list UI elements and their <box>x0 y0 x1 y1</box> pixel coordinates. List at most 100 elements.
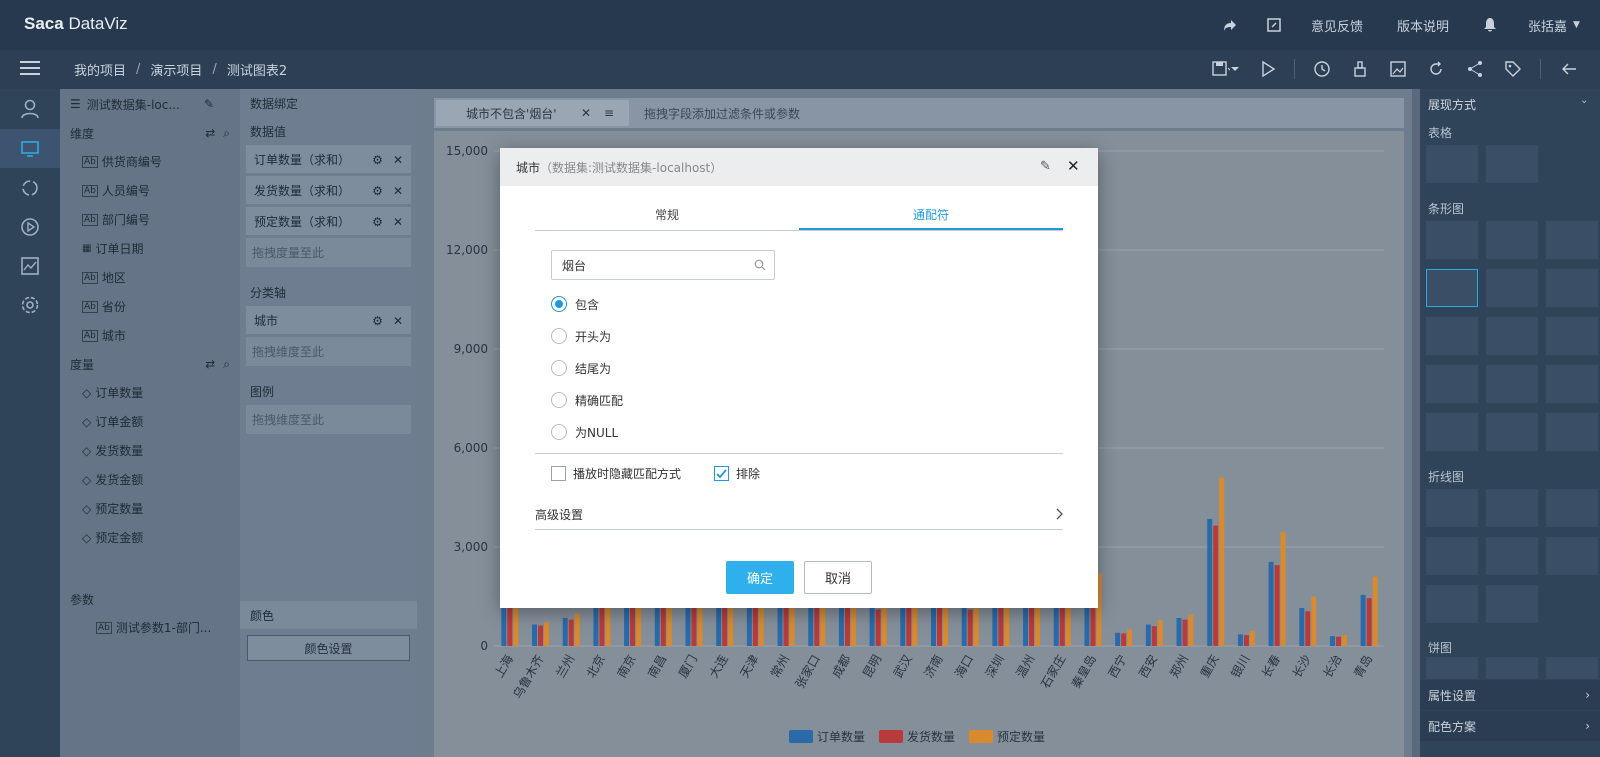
nav-chart-icon[interactable] <box>0 246 60 285</box>
radio-exact-match[interactable]: 精确匹配 <box>551 391 623 409</box>
line-thumb[interactable] <box>1426 489 1478 527</box>
image-icon[interactable] <box>1388 59 1408 79</box>
hbar-thumb[interactable] <box>1546 269 1598 307</box>
line-thumb[interactable] <box>1486 489 1538 527</box>
bar[interactable] <box>1237 634 1243 646</box>
measure-field[interactable]: ◇ 发货金额 <box>60 465 240 494</box>
close-icon[interactable]: ✕ <box>1067 157 1080 175</box>
measure-field[interactable]: ◇ 预定数量 <box>60 494 240 523</box>
search-icon[interactable]: ⌕ <box>223 126 230 141</box>
close-icon[interactable]: ✕ <box>393 314 403 328</box>
exclude-checkbox[interactable]: 排除 <box>714 464 760 482</box>
bar[interactable] <box>1366 598 1372 646</box>
bar[interactable] <box>1115 632 1121 646</box>
radio-null[interactable]: 为NULL <box>551 423 618 441</box>
dataset-name[interactable]: 测试数据集-loc... <box>87 96 180 113</box>
legend-swatch[interactable] <box>879 730 903 743</box>
list-menu-icon[interactable]: ≡ <box>604 106 614 120</box>
bar[interactable] <box>1274 565 1280 646</box>
radio-ends-with[interactable]: 结尾为 <box>551 359 611 377</box>
dimension-field[interactable]: ▦ 订单日期 <box>60 234 240 263</box>
legend-swatch[interactable] <box>789 730 813 743</box>
bar[interactable] <box>1268 561 1274 646</box>
gantt-thumb[interactable] <box>1426 365 1478 403</box>
bar-thumb[interactable] <box>1426 221 1478 259</box>
radio-button[interactable] <box>551 392 567 408</box>
bar[interactable] <box>1157 620 1163 646</box>
checkbox[interactable] <box>551 465 566 481</box>
pie-thumb[interactable] <box>1486 413 1538 451</box>
breadcrumb-my-projects[interactable]: 我的项目 <box>74 60 126 79</box>
bar[interactable] <box>1243 635 1249 646</box>
bar[interactable] <box>1305 611 1311 646</box>
swap-icon[interactable]: ⇄ <box>205 357 215 372</box>
property-settings[interactable]: 属性设置 › <box>1420 680 1600 710</box>
bar[interactable] <box>875 609 881 646</box>
step-line-thumb[interactable] <box>1426 585 1478 623</box>
radio-button[interactable] <box>551 328 567 344</box>
legend-label[interactable]: 订单数量 <box>817 729 865 744</box>
dimension-field[interactable]: Ab 供货商编号 <box>60 147 240 176</box>
gear-icon[interactable]: ⚙ <box>372 153 383 167</box>
bar[interactable] <box>1182 619 1188 646</box>
radio-contains[interactable]: 包含 <box>551 295 599 313</box>
bar[interactable] <box>1188 614 1194 646</box>
tag-icon[interactable] <box>1503 59 1523 79</box>
bar[interactable] <box>568 619 574 646</box>
dimension-field[interactable]: Ab 部门编号 <box>60 205 240 234</box>
bar[interactable] <box>532 624 538 646</box>
color-scheme[interactable]: 配色方案 › <box>1420 711 1600 741</box>
area-thumb[interactable] <box>1426 537 1478 575</box>
radial-thumb[interactable] <box>1426 413 1478 451</box>
bar[interactable] <box>1219 477 1225 646</box>
tab-general[interactable]: 常规 <box>535 201 799 230</box>
color-settings-button[interactable]: 颜色设置 <box>247 635 410 661</box>
bar[interactable] <box>906 606 912 646</box>
gear-icon[interactable]: ⚙ <box>372 314 383 328</box>
value-chip[interactable]: 预定数量（求和） ⚙ ✕ <box>246 207 411 235</box>
line-thumb[interactable] <box>1546 489 1598 527</box>
grouped-bar-thumb[interactable] <box>1426 269 1478 307</box>
save-icon[interactable] <box>1210 59 1233 79</box>
edit-dataset-icon[interactable]: ✎ <box>204 97 214 111</box>
radio-button[interactable] <box>551 360 567 376</box>
area-thumb[interactable] <box>1486 537 1538 575</box>
crosstab-thumb[interactable] <box>1486 145 1538 183</box>
bar[interactable] <box>1213 525 1219 646</box>
play-icon[interactable] <box>1258 59 1278 79</box>
chevron-down-icon[interactable]: ⌄ <box>1580 95 1588 106</box>
step-line-thumb[interactable] <box>1486 585 1538 623</box>
bar[interactable] <box>544 622 550 646</box>
bar[interactable] <box>1335 636 1341 646</box>
legend-drop-zone[interactable]: 拖拽维度至此 <box>246 405 411 434</box>
dimension-field[interactable]: Ab 城市 <box>60 321 240 350</box>
edit-box-icon[interactable] <box>1266 0 1282 50</box>
bar[interactable] <box>1329 636 1335 646</box>
radio-button[interactable] <box>551 424 567 440</box>
checkbox[interactable] <box>714 465 729 481</box>
bar[interactable] <box>1151 626 1157 646</box>
table-thumb[interactable] <box>1426 145 1478 183</box>
bar[interactable] <box>1176 617 1182 646</box>
3d-bar-thumb[interactable] <box>1486 365 1538 403</box>
history-icon[interactable] <box>1312 59 1332 79</box>
bar[interactable] <box>1299 608 1305 646</box>
tab-wildcard[interactable]: 通配符 <box>799 201 1063 230</box>
share-nodes-icon[interactable] <box>1465 59 1485 79</box>
refresh-icon[interactable] <box>1426 59 1446 79</box>
radio-button[interactable] <box>551 296 567 312</box>
measure-field[interactable]: ◇ 订单数量 <box>60 378 240 407</box>
feedback-link[interactable]: 意见反馈 <box>1311 0 1363 50</box>
close-icon[interactable]: ✕ <box>581 106 591 120</box>
legend-label[interactable]: 预定数量 <box>997 729 1045 744</box>
hbar-thumb[interactable] <box>1546 221 1598 259</box>
bar-thumb[interactable] <box>1546 317 1598 355</box>
back-arrow-icon[interactable] <box>1559 59 1579 79</box>
dimension-field[interactable]: Ab 地区 <box>60 263 240 292</box>
dimension-field[interactable]: Ab 省份 <box>60 292 240 321</box>
nav-user-icon[interactable] <box>0 89 60 128</box>
bar[interactable] <box>1372 576 1378 646</box>
dimension-field[interactable]: Ab 人员编号 <box>60 176 240 205</box>
clean-icon[interactable] <box>1350 59 1370 79</box>
bar[interactable] <box>574 613 580 646</box>
